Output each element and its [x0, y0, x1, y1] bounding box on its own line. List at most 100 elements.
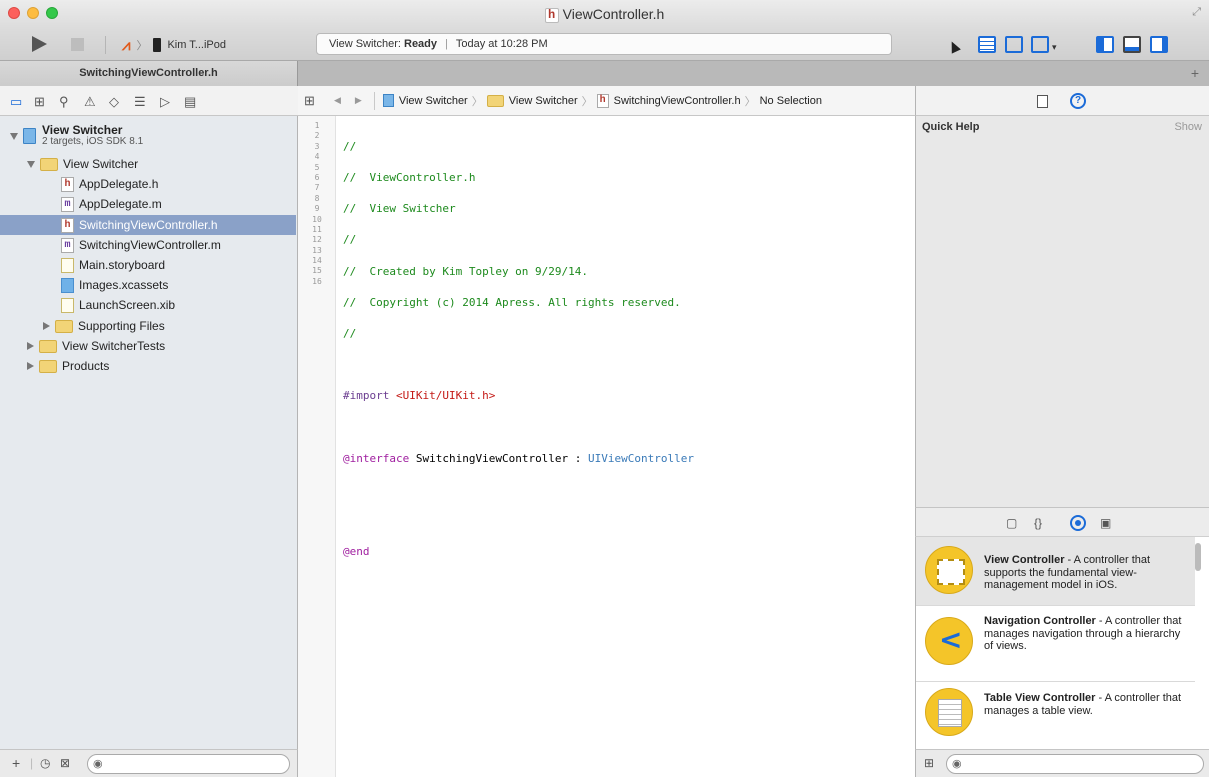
source-editor[interactable]: // // ViewController.h // View Switcher …: [336, 116, 915, 777]
file-item[interactable]: Main.storyboard: [61, 255, 165, 275]
mouse-cursor-icon: [947, 39, 961, 54]
activity-time: Today at 10:28 PM: [455, 38, 548, 50]
library-item[interactable]: View Controller - A controller that supp…: [916, 537, 1195, 606]
disclosure-closed-icon[interactable]: [43, 322, 50, 330]
group-label: Supporting Files: [78, 319, 165, 333]
navigator-filter-field[interactable]: ◉: [87, 754, 290, 774]
import-path: <UIKit/UIKit.h>: [395, 389, 496, 403]
footer-divider: |: [30, 756, 34, 770]
line-number: 16: [312, 276, 322, 286]
library-item[interactable]: Navigation Controller - A controller tha…: [916, 606, 1195, 682]
toggle-debug-area-icon[interactable]: [1123, 36, 1141, 53]
go-forward-icon[interactable]: ▶: [355, 95, 362, 106]
file-item[interactable]: LaunchScreen.xib: [61, 295, 175, 315]
related-items-icon[interactable]: ⊞: [304, 93, 320, 109]
issue-navigator-icon[interactable]: ⚠: [84, 94, 96, 110]
project-navigator-icon[interactable]: ▭: [10, 94, 22, 110]
view-controller-icon: [925, 546, 973, 594]
quick-help-icon[interactable]: ?: [1070, 93, 1086, 109]
source-control-filter-icon[interactable]: ⊠: [60, 756, 70, 770]
library-item[interactable]: Table View Controller - A controller tha…: [916, 682, 1195, 749]
project-root[interactable]: View Switcher 2 targets, iOS SDK 8.1: [10, 122, 143, 150]
project-icon: [23, 128, 36, 144]
file-item[interactable]: h AppDelegate.h: [61, 174, 158, 194]
window-title-text: ViewController.h: [562, 6, 665, 22]
filter-icon: ◉: [93, 758, 103, 770]
find-navigator-icon[interactable]: ⚲: [59, 94, 69, 110]
scheme-selector[interactable]: ⩘ 〉 Kim T...iPod: [122, 36, 226, 54]
run-button[interactable]: [32, 36, 47, 52]
standard-editor-icon[interactable]: [978, 36, 996, 53]
asset-catalog-icon: [61, 277, 74, 293]
code-snippet-library-icon[interactable]: {}: [1034, 516, 1042, 530]
line-number: 6: [314, 172, 320, 182]
library-filter-field[interactable]: ◉: [946, 754, 1204, 774]
recent-files-icon[interactable]: ◷: [40, 756, 50, 770]
group-products[interactable]: Products: [27, 356, 109, 376]
toggle-utilities-icon[interactable]: [1150, 36, 1168, 53]
activity-divider: |: [445, 38, 448, 50]
object-library: View Controller - A controller that supp…: [915, 537, 1209, 749]
project-navigator: View Switcher 2 targets, iOS SDK 8.1 Vie…: [0, 116, 298, 777]
add-tab-button[interactable]: +: [1191, 65, 1199, 81]
debug-navigator-icon[interactable]: ☰: [134, 94, 146, 110]
code-text[interactable]: // // ViewController.h // View Switcher …: [343, 121, 694, 641]
file-item-selected[interactable]: h SwitchingViewController.h: [0, 215, 296, 235]
disclosure-closed-icon[interactable]: [27, 342, 34, 350]
library-item-title: Table View Controller: [984, 692, 1096, 704]
jump-bar: ⊞ ◀ ▶ View Switcher 〉 View Switcher 〉 h …: [298, 86, 915, 116]
inspector-selector-bar: ?: [915, 86, 1209, 116]
report-navigator-icon[interactable]: ▤: [184, 94, 196, 110]
line-number: 1: [314, 121, 320, 130]
fullscreen-icon[interactable]: ⤢: [1192, 6, 1201, 19]
file-item[interactable]: m AppDelegate.m: [61, 194, 162, 214]
object-library-icon[interactable]: [1070, 515, 1086, 531]
disclosure-open-icon[interactable]: [10, 132, 18, 140]
library-item-title: View Controller: [984, 554, 1065, 566]
media-library-icon[interactable]: ▣: [1100, 516, 1111, 530]
stop-button[interactable]: [71, 38, 84, 51]
file-template-library-icon[interactable]: ▢: [1006, 516, 1017, 530]
disclosure-closed-icon[interactable]: [27, 362, 34, 370]
code-line: #import <UIKit/UIKit.h>: [343, 389, 694, 403]
add-file-button[interactable]: +: [12, 755, 20, 771]
import-directive: #import: [343, 389, 390, 403]
file-name: SwitchingViewController.m: [79, 238, 221, 252]
header-file-icon: h: [61, 217, 74, 233]
version-editor-icon[interactable]: [1031, 36, 1049, 53]
toggle-navigator-icon[interactable]: [1096, 36, 1114, 53]
project-subtitle: 2 targets, iOS SDK 8.1: [42, 136, 144, 147]
test-navigator-icon[interactable]: ◇: [109, 94, 119, 110]
crumb-group[interactable]: View Switcher: [486, 94, 578, 107]
tab-switchingviewcontroller-h[interactable]: SwitchingViewController.h: [0, 61, 298, 87]
folder-icon: [40, 157, 58, 171]
file-item[interactable]: Images.xcassets: [61, 275, 168, 295]
crumb-project[interactable]: View Switcher: [382, 94, 468, 107]
show-button[interactable]: Show: [1174, 121, 1202, 133]
crumb-file[interactable]: h SwitchingViewController.h: [596, 93, 741, 108]
file-inspector-icon[interactable]: [1037, 95, 1048, 108]
crumb-selection[interactable]: No Selection: [760, 95, 822, 107]
navigation-controller-icon: [925, 617, 973, 665]
line-number: 4: [314, 152, 320, 162]
folder-icon: [55, 319, 73, 333]
go-back-icon[interactable]: ◀: [334, 95, 341, 106]
group-view-switcher-tests[interactable]: View SwitcherTests: [27, 336, 165, 356]
library-scrollbar[interactable]: [1195, 543, 1201, 571]
file-item[interactable]: m SwitchingViewController.m: [61, 235, 221, 255]
chevron-down-icon[interactable]: ▾: [1052, 42, 1057, 53]
header-file-icon: h: [596, 93, 609, 108]
grid-view-icon[interactable]: ⊞: [924, 756, 934, 770]
symbol-navigator-icon[interactable]: ⊞: [34, 94, 45, 110]
group-view-switcher[interactable]: View Switcher: [27, 154, 138, 174]
library-item-text: Table View Controller - A controller tha…: [984, 692, 1189, 717]
group-supporting-files[interactable]: Supporting Files: [43, 316, 165, 336]
assistant-editor-icon[interactable]: [1005, 36, 1023, 53]
code-line: @end: [343, 545, 370, 559]
ipod-device-icon: [153, 38, 162, 52]
group-label: View Switcher: [63, 157, 139, 171]
disclosure-open-icon[interactable]: [27, 160, 35, 168]
breakpoint-navigator-icon[interactable]: ▷: [160, 94, 170, 110]
line-number: 7: [314, 183, 320, 193]
